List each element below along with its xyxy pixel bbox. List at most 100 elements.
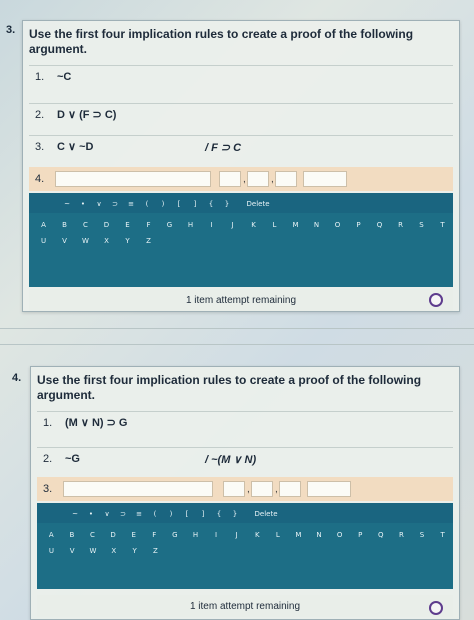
letter-key[interactable]: Q (371, 531, 392, 539)
letter-key[interactable]: B (62, 531, 83, 539)
symbol-key[interactable]: ( (139, 200, 155, 208)
letter-key[interactable]: W (75, 237, 96, 245)
letter-key[interactable]: F (138, 221, 159, 229)
symbol-key[interactable]: ~ (59, 200, 75, 208)
letter-key[interactable]: S (412, 531, 433, 539)
symbol-key[interactable]: { (211, 510, 227, 518)
letter-key[interactable]: T (432, 531, 453, 539)
line-ref-input[interactable] (247, 171, 269, 187)
letter-key[interactable]: R (391, 531, 412, 539)
letter-key[interactable]: G (159, 221, 180, 229)
statement-input[interactable] (55, 171, 211, 187)
symbol-key[interactable]: ] (195, 510, 211, 518)
completion-radio-icon[interactable] (429, 601, 443, 615)
symbol-key[interactable]: [ (179, 510, 195, 518)
symbol-key[interactable]: } (219, 200, 235, 208)
letter-key[interactable]: L (264, 221, 285, 229)
question-number: 3. (6, 24, 16, 36)
premise-formula: (M ∨ N) ⊃ G (65, 417, 128, 429)
symbol-key[interactable]: ⊃ (115, 510, 131, 518)
symbol-key[interactable]: ) (163, 510, 179, 518)
letter-row-2: U V W X Y Z (29, 233, 453, 249)
letter-key[interactable]: Z (138, 237, 159, 245)
prompt-line-1: Use the first four implication rules to … (37, 373, 422, 387)
letter-key[interactable]: S (411, 221, 432, 229)
line-number: 2. (43, 452, 53, 465)
letter-key[interactable]: Y (117, 237, 138, 245)
letter-key[interactable]: I (206, 531, 227, 539)
letter-key[interactable]: K (247, 531, 268, 539)
letter-key[interactable]: H (185, 531, 206, 539)
letter-key[interactable]: I (201, 221, 222, 229)
symbol-key[interactable]: { (203, 200, 219, 208)
symbol-key[interactable]: ⊃ (107, 200, 123, 208)
symbol-key[interactable]: • (83, 510, 99, 518)
letter-key[interactable]: P (350, 531, 371, 539)
letter-key[interactable]: H (180, 221, 201, 229)
letter-key[interactable]: Q (369, 221, 390, 229)
symbol-key[interactable]: ] (187, 200, 203, 208)
letter-key[interactable]: P (348, 221, 369, 229)
letter-key[interactable]: D (103, 531, 124, 539)
letter-key[interactable]: E (123, 531, 144, 539)
letter-key[interactable]: X (103, 547, 124, 555)
letter-key[interactable]: J (226, 531, 247, 539)
letter-key[interactable]: G (165, 531, 186, 539)
symbol-key[interactable]: } (227, 510, 243, 518)
premise-formula: ~C (57, 70, 72, 83)
symbol-key[interactable]: ( (147, 510, 163, 518)
symbol-key[interactable]: ∨ (91, 200, 107, 208)
symbol-key[interactable]: ≡ (123, 200, 139, 208)
delete-button[interactable]: Delete (251, 510, 281, 518)
letter-key[interactable]: B (54, 221, 75, 229)
line-number: 1. (35, 70, 45, 83)
symbol-key[interactable]: [ (171, 200, 187, 208)
line-ref-input[interactable] (251, 481, 273, 497)
comma-separator: , (243, 174, 246, 185)
completion-radio-icon[interactable] (429, 293, 443, 307)
rule-input[interactable] (303, 171, 347, 187)
letter-key[interactable]: N (306, 221, 327, 229)
letter-key[interactable]: T (432, 221, 453, 229)
statement-input[interactable] (63, 481, 213, 497)
line-number: 3. (43, 483, 53, 495)
letter-key[interactable]: A (33, 221, 54, 229)
letter-key[interactable]: C (75, 221, 96, 229)
symbol-key[interactable]: ) (155, 200, 171, 208)
symbol-key[interactable]: ∨ (99, 510, 115, 518)
symbol-key[interactable]: • (75, 200, 91, 208)
letter-key[interactable]: N (309, 531, 330, 539)
letter-key[interactable]: U (41, 547, 62, 555)
line-number: 4. (35, 173, 45, 185)
symbol-key[interactable]: ~ (67, 510, 83, 518)
letter-key[interactable]: O (327, 221, 348, 229)
letter-key[interactable]: J (222, 221, 243, 229)
letter-key[interactable]: C (82, 531, 103, 539)
letter-key[interactable]: X (96, 237, 117, 245)
delete-button[interactable]: Delete (243, 200, 273, 208)
letter-key[interactable]: V (62, 547, 83, 555)
letter-key[interactable]: D (96, 221, 117, 229)
line-ref-input[interactable] (219, 171, 241, 187)
symbol-key[interactable]: ≡ (131, 510, 147, 518)
line-number: 3. (35, 140, 45, 153)
letter-key[interactable]: A (41, 531, 62, 539)
line-ref-input[interactable] (279, 481, 301, 497)
letter-key[interactable]: Y (124, 547, 145, 555)
question-4-panel: Use the first four implication rules to … (30, 366, 460, 620)
letter-key[interactable]: R (390, 221, 411, 229)
letter-key[interactable]: W (83, 547, 104, 555)
letter-key[interactable]: V (54, 237, 75, 245)
letter-key[interactable]: E (117, 221, 138, 229)
rule-input[interactable] (307, 481, 351, 497)
line-ref-input[interactable] (275, 171, 297, 187)
letter-key[interactable]: L (268, 531, 289, 539)
letter-key[interactable]: F (144, 531, 165, 539)
line-ref-input[interactable] (223, 481, 245, 497)
letter-key[interactable]: U (33, 237, 54, 245)
letter-key[interactable]: Z (145, 547, 166, 555)
letter-key[interactable]: M (285, 221, 306, 229)
letter-key[interactable]: K (243, 221, 264, 229)
letter-key[interactable]: M (288, 531, 309, 539)
letter-key[interactable]: O (329, 531, 350, 539)
